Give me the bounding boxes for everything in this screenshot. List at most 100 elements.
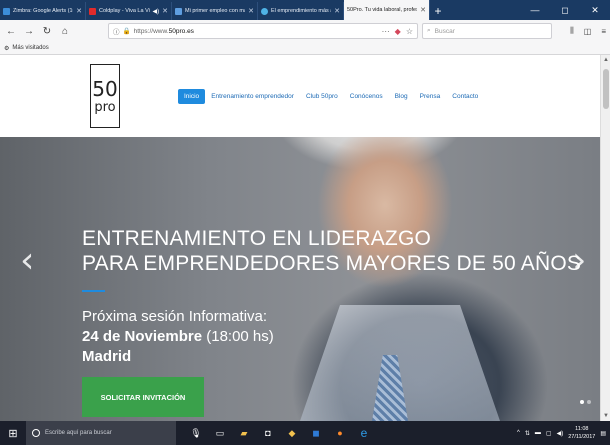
- sidebar-icon[interactable]: ◫: [584, 27, 592, 36]
- scroll-down-icon[interactable]: ▼: [603, 413, 609, 419]
- new-tab-button[interactable]: +: [430, 2, 446, 20]
- hero-headline: ENTRENAMIENTO EN LIDERAZGO PARA EMPRENDE…: [82, 226, 581, 276]
- scroll-thumb[interactable]: [603, 69, 609, 109]
- accent-divider: [82, 290, 105, 292]
- carousel-next-icon[interactable]: ›: [572, 240, 586, 281]
- system-tray: ^ ⇅ ▬ ▢ ◀) 11:08 27/11/2017 ▤: [517, 421, 606, 445]
- clock-time: 11:08: [575, 426, 589, 432]
- windows-start-icon[interactable]: ⊞: [0, 421, 26, 445]
- tray-chevron-icon[interactable]: ^: [517, 430, 520, 436]
- session-date-line: 24 de Noviembre (18:00 hs): [82, 327, 274, 347]
- headline-line-1: ENTRENAMIENTO EN LIDERAZGO: [82, 227, 432, 250]
- url-scheme: https://www.: [133, 27, 169, 35]
- menu-item-club[interactable]: Club 50pro: [300, 89, 344, 104]
- menu-item-prensa[interactable]: Prensa: [414, 89, 447, 104]
- window-controls: — ◻ ✕: [520, 0, 610, 20]
- page-actions-icon[interactable]: ···: [382, 27, 390, 36]
- close-window-icon[interactable]: ✕: [580, 0, 610, 20]
- store-icon[interactable]: ◘: [262, 427, 274, 439]
- search-input[interactable]: Buscar: [435, 28, 455, 35]
- windows-taskbar: ⊞ Escribe aquí para buscar 🎙 ▭ ▰ ◘ ◆ ◼ ●…: [0, 421, 610, 445]
- taskbar-clock[interactable]: 11:08 27/11/2017: [568, 425, 595, 441]
- request-invitation-button[interactable]: SOLICITAR INVITACIÓN: [82, 377, 204, 417]
- browser-tab[interactable]: Zimbra: Google Alerts (109)✕: [0, 2, 86, 20]
- browser-tab-active[interactable]: 50Pro. Tu vida laboral, profesion✕: [344, 0, 430, 20]
- lock-icon: 🔒: [122, 28, 131, 35]
- tab-label: Coldplay - Viva La Vida: [99, 8, 150, 14]
- gear-icon: ⚙: [4, 45, 10, 52]
- carousel-dot[interactable]: [580, 400, 584, 404]
- session-city: Madrid: [82, 348, 132, 365]
- browser-tab[interactable]: Mi primer empleo con más de✕: [172, 2, 258, 20]
- speaker-icon[interactable]: ◀): [153, 8, 160, 15]
- logo-number: 50: [92, 76, 118, 101]
- pocket-icon[interactable]: ◆: [395, 27, 401, 36]
- menu-item-blog[interactable]: Blog: [389, 89, 414, 104]
- home-icon[interactable]: ⌂: [58, 23, 72, 39]
- tab-label: Zimbra: Google Alerts (109): [13, 8, 73, 14]
- browser-tab[interactable]: El emprendimiento más allá✕: [258, 2, 344, 20]
- tab-label: 50Pro. Tu vida laboral, profesion: [347, 7, 417, 13]
- menu-item-conocenos[interactable]: Conócenos: [344, 89, 389, 104]
- url-host: 50pro.es: [168, 27, 194, 35]
- site-header: 50 pro Inicio Entrenamiento emprendedor …: [0, 55, 600, 137]
- menu-icon[interactable]: ≡: [601, 27, 606, 36]
- reload-icon[interactable]: ↻: [40, 23, 54, 39]
- headline-line-2: PARA EMPRENDEDORES MAYORES DE 50 AÑOS: [82, 252, 582, 275]
- close-icon[interactable]: ✕: [334, 7, 340, 15]
- clock-date: 27/11/2017: [568, 434, 596, 440]
- maximize-icon[interactable]: ◻: [550, 0, 580, 20]
- zimbra-favicon-icon: [3, 7, 10, 15]
- close-icon[interactable]: ✕: [76, 7, 82, 15]
- library-icon[interactable]: ⫼: [570, 26, 574, 36]
- session-date: 24 de Noviembre: [82, 328, 203, 345]
- carousel-prev-icon[interactable]: ‹: [20, 240, 34, 281]
- bookmarks-toolbar: ⚙ Más visitados: [0, 42, 610, 55]
- file-explorer-icon[interactable]: ▰: [238, 427, 250, 439]
- web-page: 50 pro Inicio Entrenamiento emprendedor …: [0, 55, 600, 421]
- minimize-icon[interactable]: —: [520, 0, 550, 20]
- close-icon[interactable]: ✕: [248, 7, 254, 15]
- taskbar-search-input[interactable]: Escribe aquí para buscar: [45, 430, 112, 436]
- info-icon[interactable]: ⓘ: [113, 26, 120, 36]
- bookmark-star-icon[interactable]: ☆: [406, 27, 413, 36]
- search-bar[interactable]: ⌕ Buscar: [422, 23, 552, 39]
- battery-icon[interactable]: ▬: [535, 430, 541, 436]
- volume-icon[interactable]: ◀): [557, 430, 564, 437]
- url-bar[interactable]: ⓘ 🔒 https://www. 50pro.es ··· ◆ ☆: [108, 23, 418, 39]
- scroll-up-icon[interactable]: ▲: [603, 57, 609, 63]
- page-favicon-icon: [261, 7, 268, 15]
- security-icon[interactable]: ◆: [286, 427, 298, 439]
- edge-icon[interactable]: e: [358, 426, 370, 440]
- tab-label: El emprendimiento más allá: [271, 8, 331, 14]
- site-menu: Inicio Entrenamiento emprendedor Club 50…: [178, 89, 484, 104]
- firefox-icon[interactable]: ●: [334, 427, 346, 439]
- session-label: Próxima sesión Informativa:: [82, 308, 268, 325]
- message-icon[interactable]: ▢: [546, 430, 552, 437]
- carousel-dots: [580, 400, 591, 404]
- browser-nav-bar: ← → ↻ ⌂ ⓘ 🔒 https://www. 50pro.es ··· ◆ ☆…: [0, 20, 610, 42]
- network-icon[interactable]: ⇅: [525, 430, 530, 437]
- task-view-icon[interactable]: ▭: [214, 427, 226, 439]
- outlook-icon[interactable]: ◼: [310, 427, 322, 439]
- site-logo[interactable]: 50 pro: [90, 64, 120, 128]
- notifications-icon[interactable]: ▤: [600, 430, 606, 437]
- page-scrollbar[interactable]: ▲ ▼: [600, 55, 610, 421]
- bookmark-most-visited[interactable]: Más visitados: [12, 45, 48, 51]
- youtube-favicon-icon: [89, 7, 96, 15]
- carousel-dot[interactable]: [587, 400, 591, 404]
- forward-icon[interactable]: →: [22, 23, 36, 39]
- session-time: (18:00 hs): [202, 328, 274, 345]
- browser-tab[interactable]: Coldplay - Viva La Vida◀)✕: [86, 2, 172, 20]
- taskbar-search[interactable]: Escribe aquí para buscar: [26, 421, 176, 445]
- back-icon[interactable]: ←: [4, 23, 18, 39]
- microphone-icon[interactable]: 🎙: [190, 427, 202, 439]
- menu-item-contacto[interactable]: Contacto: [446, 89, 484, 104]
- close-icon[interactable]: ✕: [420, 6, 426, 14]
- cortana-icon: [32, 429, 40, 437]
- browser-tab-bar: Zimbra: Google Alerts (109)✕ Coldplay - …: [0, 0, 610, 20]
- menu-item-inicio[interactable]: Inicio: [178, 89, 206, 104]
- menu-item-entrenamiento[interactable]: Entrenamiento emprendedor: [205, 89, 300, 104]
- search-icon: ⌕: [427, 27, 431, 34]
- close-icon[interactable]: ✕: [162, 7, 168, 15]
